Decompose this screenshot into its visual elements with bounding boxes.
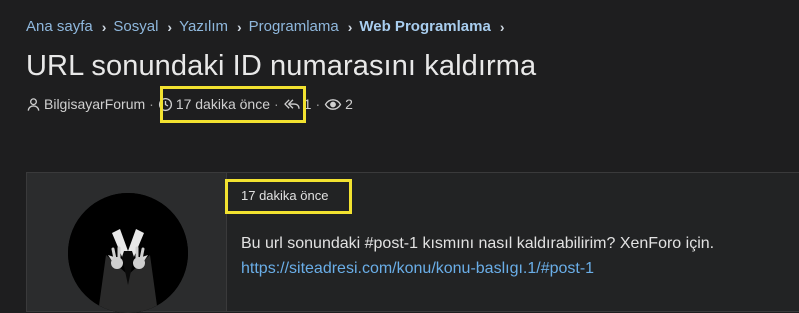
breadcrumb-item-programlama[interactable]: Programlama xyxy=(249,18,339,35)
breadcrumb: Ana sayfa › Sosyal › Yazılım › Programla… xyxy=(26,18,511,35)
breadcrumb-item-sosyal[interactable]: Sosyal xyxy=(113,18,158,35)
chevron-right-icon: › xyxy=(167,18,173,35)
thread-views: 2 xyxy=(324,96,353,112)
thread-replies: 1 xyxy=(283,96,312,112)
reply-icon xyxy=(283,97,301,112)
thread-replies-count: 1 xyxy=(303,96,312,112)
user-icon xyxy=(26,97,41,112)
breadcrumb-item-yazilim[interactable]: Yazılım xyxy=(179,18,228,35)
thread-start-time[interactable]: 17 dakika önce xyxy=(158,96,270,112)
chevron-right-icon: › xyxy=(237,18,242,35)
thread-author[interactable]: BilgisayarForum xyxy=(26,96,145,112)
thread-author-name[interactable]: BilgisayarForum xyxy=(44,96,145,112)
post-time[interactable]: 17 dakika önce xyxy=(241,188,328,203)
post-text: Bu url sonundaki #post-1 kısmını nasıl k… xyxy=(241,235,715,252)
post-author-sidebar xyxy=(27,173,227,313)
eye-icon xyxy=(324,97,342,112)
chevron-right-icon: › xyxy=(347,18,353,35)
clock-icon xyxy=(158,97,173,112)
chevron-right-icon: › xyxy=(499,18,505,35)
post-body: Bu url sonundaki #post-1 kısmını nasıl k… xyxy=(241,231,714,281)
breadcrumb-item-web-programlama[interactable]: Web Programlama xyxy=(359,18,490,35)
avatar[interactable] xyxy=(68,193,188,313)
thread-start-time-text[interactable]: 17 dakika önce xyxy=(176,96,270,112)
thread-meta: BilgisayarForum · 17 dakika önce · 1 · 2 xyxy=(26,96,353,112)
chevron-right-icon: › xyxy=(101,18,107,35)
page-title: URL sonundaki ID numarasını kaldırma xyxy=(26,50,537,82)
thread-views-count: 2 xyxy=(345,96,353,112)
post-link[interactable]: https://siteadresi.com/konu/konu-baslıgı… xyxy=(241,260,594,277)
breadcrumb-item-ana-sayfa[interactable]: Ana sayfa xyxy=(26,18,93,35)
